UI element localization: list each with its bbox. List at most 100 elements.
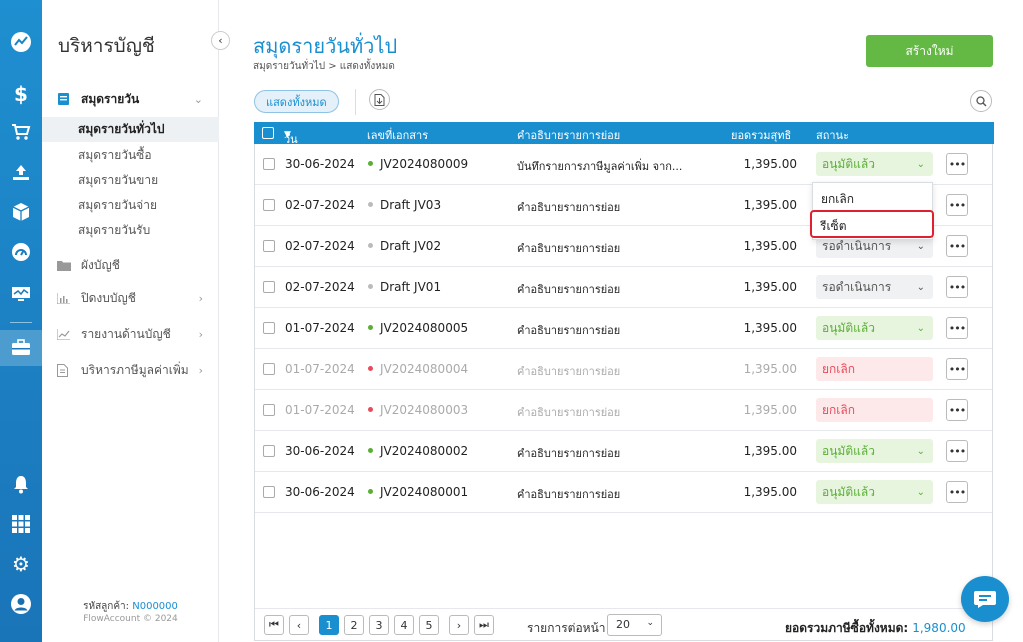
row-status-select[interactable]: รอดำเนินการ ⌄ [816,275,933,299]
sidebar-menu-journal[interactable]: สมุดรายวัน ⌄ [42,86,219,112]
row-status-select[interactable]: ยกเลิก [816,398,933,422]
dropdown-option-cancel[interactable]: ยกเลิก [821,190,854,209]
row-status-select[interactable]: อนุมัติแล้ว ⌄ [816,439,933,463]
row-more-button[interactable]: ••• [946,235,968,257]
page-2-button[interactable]: 2 [344,615,364,635]
row-docno[interactable]: Draft JV02 [368,239,441,253]
row-docno[interactable]: JV2024080001 [368,485,468,499]
row-date: 02-07-2024 [285,198,355,212]
row-docno-text: Draft JV02 [380,239,442,253]
row-more-button[interactable]: ••• [946,440,968,462]
chat-button[interactable] [961,576,1009,622]
create-new-button[interactable]: สร้างใหม่ [866,35,993,67]
row-docno[interactable]: JV2024080004 [368,362,468,376]
row-docno[interactable]: JV2024080005 [368,321,468,335]
row-checkbox[interactable] [263,240,275,252]
cart-icon[interactable] [7,118,35,146]
next-page-button[interactable]: › [449,615,469,635]
row-more-button[interactable]: ••• [946,276,968,298]
row-more-button[interactable]: ••• [946,358,968,380]
sidebar-item-purchase-journal[interactable]: สมุดรายวันซื้อ [42,143,219,168]
prev-page-button[interactable]: ‹ [289,615,309,635]
row-status-select[interactable]: อนุมัติแล้ว ⌄ [816,152,933,176]
export-button[interactable] [369,89,390,110]
last-page-button[interactable]: ⏭ [474,615,494,635]
sidebar-menu-reports[interactable]: รายงานด้านบัญชี › [42,321,219,347]
row-docno[interactable]: JV2024080002 [368,444,468,458]
status-dot [368,448,373,453]
row-more-button[interactable]: ••• [946,399,968,421]
row-amount: 1,395.00 [743,157,797,171]
breadcrumb[interactable]: สมุดรายวันทั่วไป > แสดงทั้งหมด [253,59,395,74]
briefcase-icon[interactable] [0,330,42,366]
box-icon[interactable] [7,198,35,226]
row-status-select[interactable]: อนุมัติแล้ว ⌄ [816,480,933,504]
sort-chevron-icon: ▼ [284,130,291,140]
table-row[interactable]: 01-07-2024 JV2024080004 คำอธิบายรายการย่อย… [255,349,992,390]
table-row[interactable]: 30-06-2024 JV2024080002 คำอธิบายรายการย่อย… [255,431,992,472]
sidebar-menu-vat[interactable]: บริหารภาษีมูลค่าเพิ่ม › [42,357,219,383]
first-page-button[interactable]: ⏮ [264,615,284,635]
row-checkbox[interactable] [263,486,275,498]
row-more-button[interactable]: ••• [946,194,968,216]
gear-icon[interactable]: ⚙ [7,550,35,578]
row-checkbox[interactable] [263,199,275,211]
dollar-icon[interactable]: $ [7,80,35,108]
row-date: 02-07-2024 [285,239,355,253]
sidebar-item-payment-journal[interactable]: สมุดรายวันจ่าย [42,193,219,218]
sidebar-item-receipt-journal[interactable]: สมุดรายวันรับ [42,218,219,243]
row-amount: 1,395.00 [743,280,797,294]
row-docno[interactable]: JV2024080009 [368,157,468,171]
sidebar-title: บริหารบัญชี [58,35,155,57]
table-row[interactable]: 30-06-2024 JV2024080001 คำอธิบายรายการย่อย… [255,472,992,513]
row-more-button[interactable]: ••• [946,317,968,339]
row-status-select[interactable]: ยกเลิก [816,357,933,381]
chart-icon[interactable] [7,28,35,56]
sidebar-item-general-journal[interactable]: สมุดรายวันทั่วไป [42,117,219,142]
per-page-select[interactable]: 20 ⌄ [607,614,662,636]
row-docno[interactable]: JV2024080003 [368,403,468,417]
row-more-button[interactable]: ••• [946,153,968,175]
customer-info: รหัสลูกค้า: N000000 [42,599,219,614]
table-row[interactable]: 02-07-2024 Draft JV01 คำอธิบายรายการย่อย 1,… [255,267,992,308]
document-icon [57,363,73,377]
row-amount: 1,395.00 [743,362,797,376]
row-checkbox[interactable] [263,445,275,457]
search-button[interactable] [970,90,992,112]
sidebar-menu-closing[interactable]: ปิดงบบัญชี › [42,285,219,311]
row-checkbox[interactable] [263,404,275,416]
page-5-button[interactable]: 5 [419,615,439,635]
row-checkbox[interactable] [263,322,275,334]
row-docno-text: Draft JV01 [380,280,442,294]
table-row[interactable]: 30-06-2024 JV2024080009 บันทึกรายการภาษีมู… [255,144,992,185]
select-all-checkbox[interactable] [262,127,274,139]
apps-grid-icon[interactable] [7,510,35,538]
row-checkbox[interactable] [263,281,275,293]
more-dots-icon: ••• [948,157,966,171]
filter-show-all[interactable]: แสดงทั้งหมด [254,90,339,113]
monitor-icon[interactable] [7,280,35,308]
row-checkbox[interactable] [263,363,275,375]
bell-icon[interactable] [7,470,35,498]
row-checkbox[interactable] [263,158,275,170]
row-docno[interactable]: Draft JV03 [368,198,441,212]
page-3-button[interactable]: 3 [369,615,389,635]
sidebar-item-sales-journal[interactable]: สมุดรายวันขาย [42,168,219,193]
sidebar-menu-chart-of-accounts[interactable]: ผังบัญชี [42,252,219,278]
upload-icon[interactable] [7,158,35,186]
table-row[interactable]: 01-07-2024 JV2024080003 คำอธิบายรายการย่อย… [255,390,992,431]
row-docno[interactable]: Draft JV01 [368,280,441,294]
page-4-button[interactable]: 4 [394,615,414,635]
row-status-select[interactable]: อนุมัติแล้ว ⌄ [816,316,933,340]
dropdown-option-reset[interactable]: รีเซ็ต [810,210,934,238]
collapse-sidebar-button[interactable]: ‹ [211,31,230,50]
status-dot [368,202,373,207]
user-icon[interactable] [7,590,35,618]
sidebar-menu-label: สมุดรายวัน [81,91,140,106]
row-status-label: ยกเลิก [822,361,856,376]
row-desc: คำอธิบายรายการย่อย [517,365,621,378]
row-more-button[interactable]: ••• [946,481,968,503]
table-row[interactable]: 01-07-2024 JV2024080005 คำอธิบายรายการย่อย… [255,308,992,349]
page-1-button[interactable]: 1 [319,615,339,635]
gauge-icon[interactable] [7,238,35,266]
